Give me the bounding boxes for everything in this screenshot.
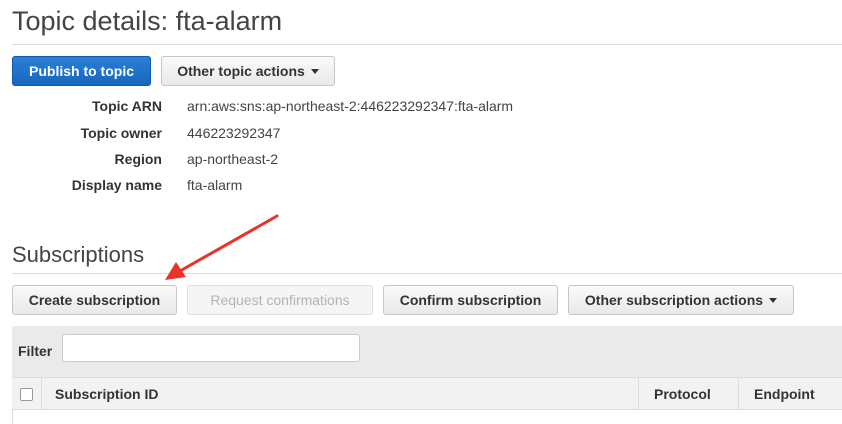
annotation-arrow-icon <box>165 214 279 280</box>
